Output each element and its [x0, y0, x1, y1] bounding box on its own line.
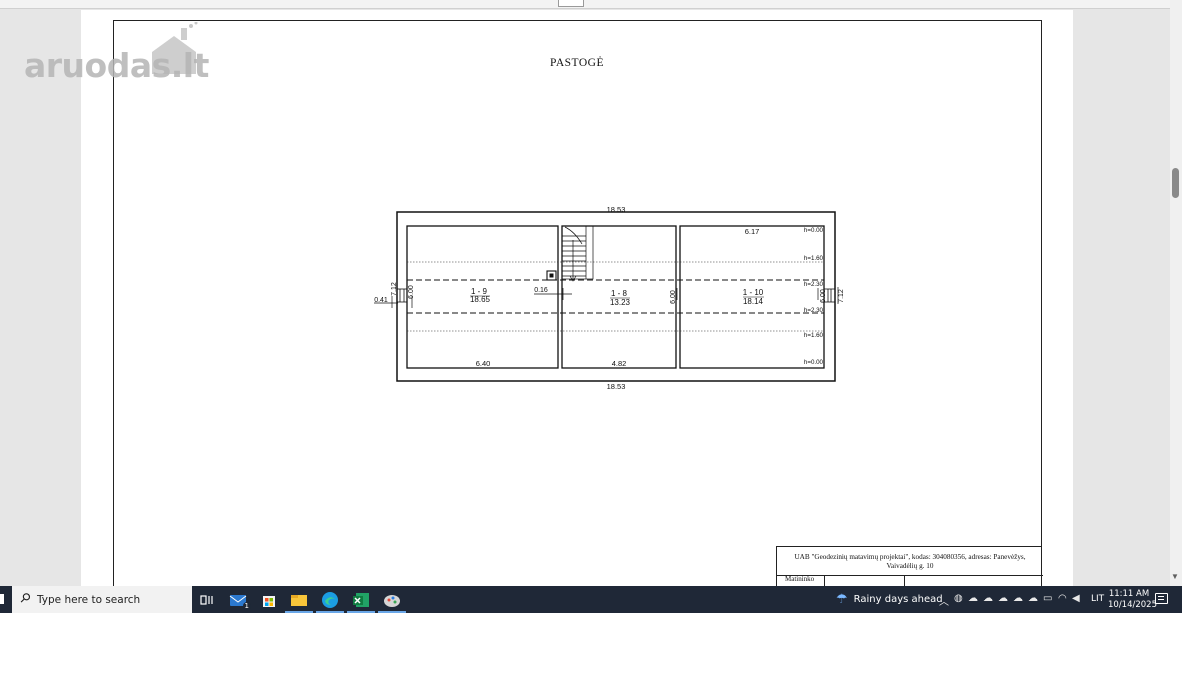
- input-language[interactable]: LIT: [1091, 594, 1104, 604]
- mail-app-icon[interactable]: 1: [228, 590, 251, 610]
- dim-room-middle-length: 4.82: [612, 359, 627, 368]
- chimney-inner: [549, 273, 554, 278]
- search-placeholder: Type here to search: [37, 594, 141, 606]
- cloud-offline-icon[interactable]: ☁: [1013, 593, 1023, 604]
- document-viewer[interactable]: aruodas.lt PASTOGĖ 18.53 18.53 0.41 7.12…: [0, 0, 1182, 586]
- mail-badge: 1: [242, 602, 251, 610]
- taskbar-search-box[interactable]: ⚲ Type here to search: [12, 586, 192, 613]
- clock-time: 11:11 AM: [1108, 589, 1150, 599]
- windows-taskbar: ⚲ Type here to search 1 ☂ Rainy days ahe…: [0, 586, 1182, 613]
- height-label: h=2.30: [804, 307, 824, 314]
- dim-right-height-inner: 6.00: [820, 289, 827, 303]
- umbrella-rain-icon: ☂: [836, 592, 848, 607]
- wifi-icon[interactable]: ◠: [1058, 593, 1067, 604]
- staircase: [561, 225, 594, 282]
- title-block-col-divider: [824, 575, 825, 586]
- dim-room-left-length: 6.40: [476, 359, 491, 368]
- floor-plan-drawing: 18.53 18.53 0.41 7.12 6.00 6.00 6.00 7.1…: [374, 205, 845, 391]
- task-view-icon[interactable]: [197, 590, 217, 609]
- outlook-tray-icon[interactable]: ◍: [954, 593, 963, 604]
- file-explorer-icon[interactable]: [285, 590, 313, 613]
- onedrive-icon[interactable]: ☁: [983, 593, 993, 604]
- height-label: h=1.60: [804, 255, 824, 262]
- company-info: UAB "Geodezinių matavimų projektai", kod…: [794, 553, 1026, 570]
- dim-room-right-length: 6.17: [745, 227, 760, 236]
- battery-icon[interactable]: ▭: [1043, 593, 1052, 604]
- system-clock[interactable]: 11:11 AM 10/14/2025: [1108, 589, 1157, 611]
- dim-bottom-total: 18.53: [607, 382, 626, 391]
- dim-right-height-outer: 7.12: [838, 289, 845, 303]
- dim-left-width: 0.41: [374, 297, 388, 304]
- right-edge-strip: [1182, 0, 1200, 612]
- paint-app-icon[interactable]: [378, 590, 406, 613]
- room-area: 18.14: [743, 297, 764, 306]
- dim-wall-gap: 0.16: [534, 287, 548, 294]
- weather-text: Rainy days ahead: [853, 594, 943, 605]
- title-block-col-divider: [904, 575, 905, 586]
- vertical-scrollbar[interactable]: ▼: [1170, 0, 1182, 586]
- room-area: 13.23: [610, 298, 631, 307]
- dimension-lines: [374, 287, 839, 308]
- cloud-backup-icon[interactable]: ☁: [1028, 593, 1038, 604]
- speaker-icon[interactable]: ◀: [1072, 593, 1080, 604]
- weather-widget[interactable]: ☂ Rainy days ahead: [836, 590, 943, 609]
- scroll-down-arrow-icon[interactable]: ▼: [1171, 572, 1179, 581]
- clock-date: 10/14/2025: [1108, 600, 1157, 610]
- room-id: 1 - 10: [743, 288, 764, 297]
- cloud-icon[interactable]: ☁: [968, 593, 978, 604]
- search-icon: ⚲: [16, 589, 34, 608]
- dim-top-total: 18.53: [607, 205, 626, 214]
- edge-browser-icon[interactable]: [316, 590, 344, 613]
- height-label: h=2.30: [804, 281, 824, 288]
- surveyor-label: Matininko: [785, 575, 815, 583]
- store-app-icon[interactable]: [259, 590, 279, 609]
- blank-area: [0, 613, 1200, 675]
- start-button[interactable]: [0, 586, 10, 613]
- dim-left-height-outer: 7.12: [391, 282, 398, 296]
- dim-mid-height-inner: 6.00: [670, 290, 677, 304]
- cloud-sync-icon[interactable]: ☁: [998, 593, 1008, 604]
- dim-left-height-inner: 6.00: [408, 285, 415, 299]
- title-block-divider: [777, 575, 1043, 576]
- excel-app-icon[interactable]: [347, 590, 375, 613]
- height-label: h=1.60: [804, 332, 824, 339]
- notification-center-icon[interactable]: [1155, 593, 1168, 604]
- height-label: h=0.00: [804, 359, 824, 366]
- title-block: UAB "Geodezinių matavimų projektai", kod…: [776, 546, 1043, 586]
- chevron-up-icon[interactable]: ︿: [939, 593, 949, 608]
- height-label: h=0.00: [804, 227, 824, 234]
- room-area: 18.65: [470, 295, 491, 304]
- room-id: 1 - 8: [611, 289, 628, 298]
- scroll-thumb[interactable]: [1172, 168, 1179, 198]
- windows-logo-icon: [0, 594, 4, 604]
